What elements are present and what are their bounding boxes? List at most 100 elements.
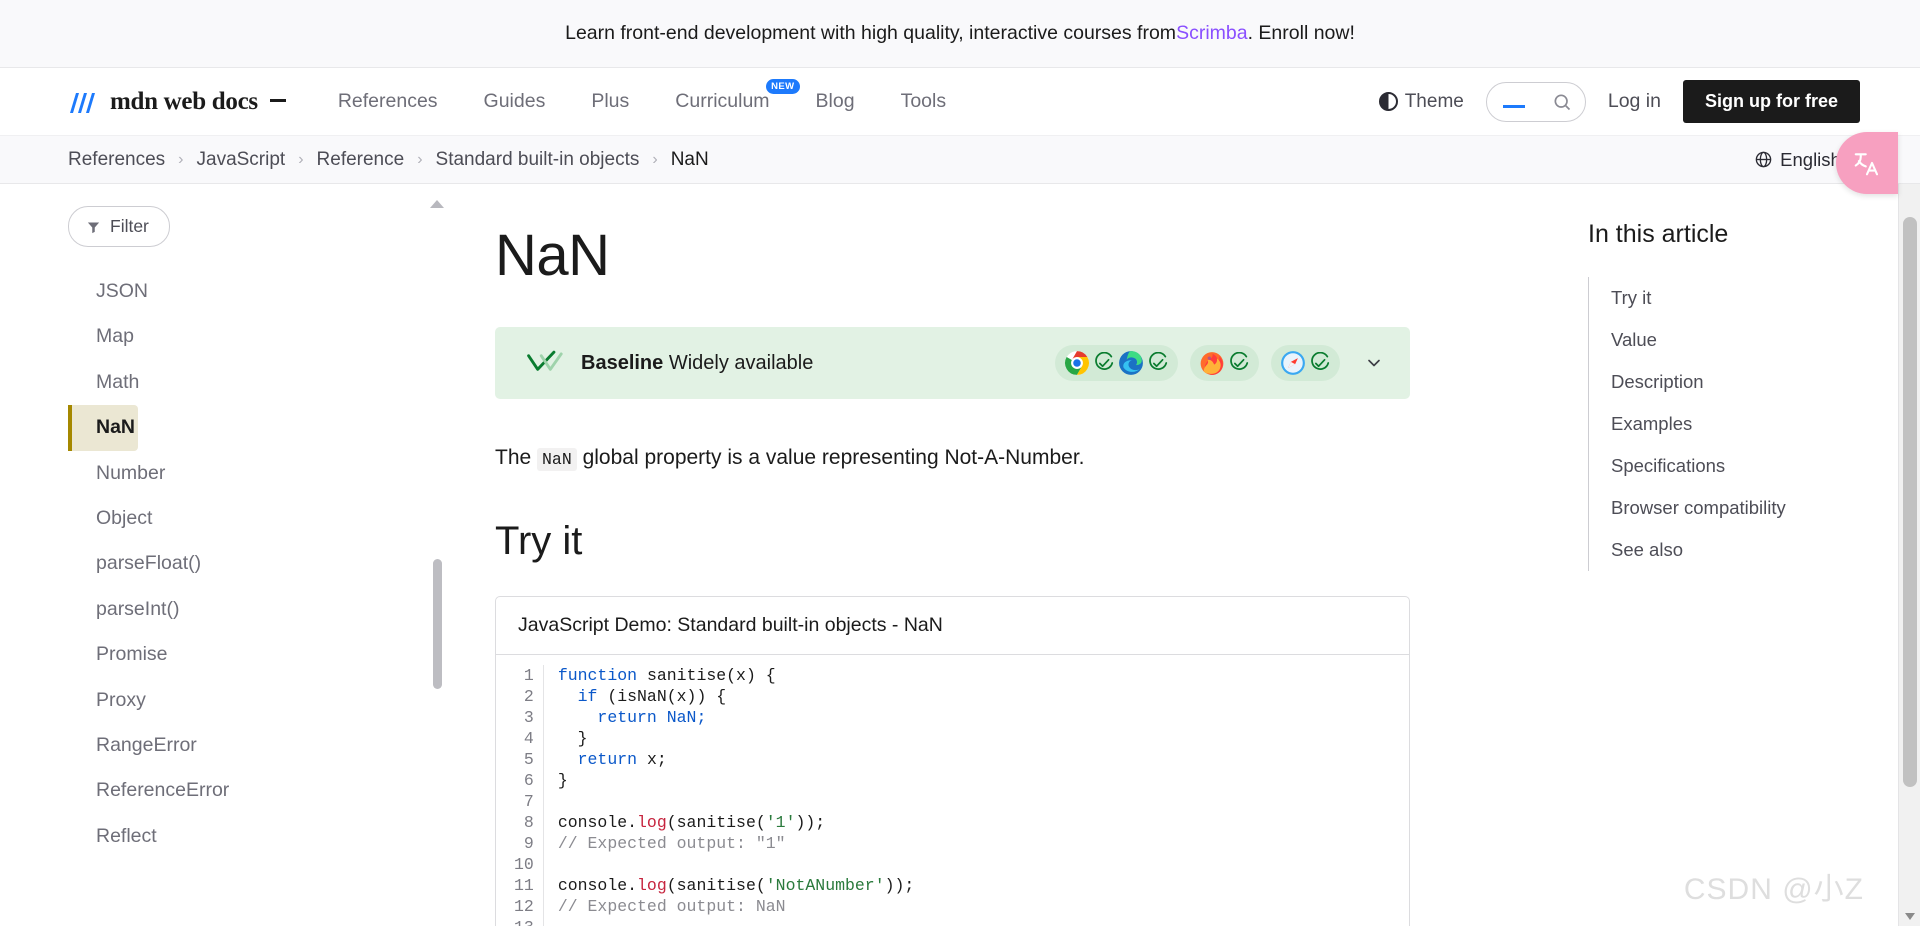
sidebar-item-promise[interactable]: Promise [68, 632, 450, 677]
baseline-label: Baseline [581, 351, 664, 374]
sidebar-item-json[interactable]: JSON [68, 269, 450, 314]
baseline-status: Widely available [668, 351, 814, 374]
breadcrumb-item-references[interactable]: References [68, 149, 165, 171]
page-scrollbar[interactable] [1898, 184, 1920, 926]
new-badge: NEW [766, 79, 800, 94]
sidebar-filter-button[interactable]: Filter [68, 206, 170, 247]
table-of-contents: In this article Try it Value Description… [1540, 184, 1920, 926]
text-cursor-icon [1502, 104, 1525, 108]
nav-item-blog[interactable]: Blog [816, 90, 855, 113]
contrast-icon [1378, 92, 1398, 111]
support-check-icon [1093, 351, 1115, 374]
main-content: NaN Baseline Widely available The NaN gl… [450, 184, 1540, 926]
filter-icon [86, 219, 101, 234]
promo-link-scrimba[interactable]: Scrimba [1176, 22, 1248, 45]
code-demo-body: 1 2 3 4 5 6 7 8 9 10 11 12 13 function s… [496, 655, 1409, 926]
site-header: mdn web docs References Guides Plus Curr… [0, 68, 1920, 136]
search-input[interactable] [1485, 81, 1586, 122]
firefox-icon [1199, 350, 1225, 376]
toc-item-value[interactable]: Value [1589, 319, 1880, 361]
globe-icon [1754, 150, 1773, 169]
breadcrumb-separator-icon: › [652, 150, 658, 168]
chrome-icon [1064, 350, 1090, 376]
nav-label: Curriculum [675, 90, 770, 112]
promo-banner: Learn front-end development with high qu… [0, 0, 1920, 68]
breadcrumb-bar: References › JavaScript › Reference › St… [0, 136, 1920, 184]
watermark: CSDN @小Z [1683, 873, 1864, 906]
nav-item-references[interactable]: References [338, 90, 438, 113]
support-check-icon [1309, 351, 1331, 374]
baseline-banner: Baseline Widely available [495, 327, 1410, 399]
code-content[interactable]: function sanitise(x) { if (isNaN(x)) { r… [544, 665, 915, 926]
sidebar-item-referenceerror[interactable]: ReferenceError [68, 768, 450, 813]
breadcrumb-separator-icon: › [417, 150, 423, 168]
theme-switcher-button[interactable]: Theme [1378, 91, 1464, 113]
sidebar-item-object[interactable]: Object [68, 496, 450, 541]
sidebar-item-number[interactable]: Number [68, 451, 450, 496]
intro-text-before: The [495, 446, 538, 469]
sidebar-collapse-caret-icon[interactable] [430, 200, 444, 208]
nav-label: Guides [483, 90, 546, 112]
sidebar-item-reflect[interactable]: Reflect [68, 814, 450, 859]
nav-item-plus[interactable]: Plus [591, 90, 629, 113]
toc-item-browser-compatibility[interactable]: Browser compatibility [1589, 487, 1880, 529]
toc-item-try-it[interactable]: Try it [1589, 277, 1880, 319]
breadcrumb-item-reference[interactable]: Reference [317, 149, 405, 171]
mdn-logo[interactable]: mdn web docs [68, 88, 286, 116]
code-demo-title: JavaScript Demo: Standard built-in objec… [496, 597, 1409, 655]
sidebar-scrollbar-thumb[interactable] [433, 559, 442, 689]
baseline-browser-support [1055, 345, 1384, 381]
filter-label: Filter [110, 216, 149, 236]
signup-button[interactable]: Sign up for free [1682, 80, 1860, 123]
mdn-logo-text: mdn web docs [110, 87, 258, 115]
breadcrumb-separator-icon: › [298, 150, 304, 168]
code-line-numbers: 1 2 3 4 5 6 7 8 9 10 11 12 13 [496, 664, 544, 926]
nav-item-tools[interactable]: Tools [901, 90, 947, 113]
browser-group-safari [1271, 345, 1340, 381]
search-icon [1552, 92, 1572, 112]
scroll-down-arrow-icon[interactable] [1905, 913, 1915, 920]
sidebar-list: JSON Map Math NaN Number Object parseFlo… [68, 269, 450, 859]
header-actions: Theme Log in Sign up for free [1378, 80, 1860, 123]
primary-nav: References Guides Plus Curriculum NEW Bl… [338, 79, 947, 113]
sidebar-item-parsefloat[interactable]: parseFloat() [68, 541, 450, 586]
sidebar-item-map[interactable]: Map [68, 314, 450, 359]
support-check-icon [1147, 351, 1169, 374]
nav-label: Blog [815, 90, 855, 112]
nav-label: Tools [900, 90, 947, 112]
sidebar-item-proxy[interactable]: Proxy [68, 678, 450, 723]
page-scrollbar-thumb[interactable] [1903, 217, 1917, 787]
sidebar: Filter JSON Map Math NaN Number Object p… [0, 184, 450, 926]
toc-item-specifications[interactable]: Specifications [1589, 445, 1880, 487]
toc-title: In this article [1588, 220, 1729, 248]
login-link[interactable]: Log in [1608, 90, 1661, 113]
sidebar-item-nan[interactable]: NaN [68, 405, 138, 451]
breadcrumb-item-javascript[interactable]: JavaScript [197, 149, 286, 171]
baseline-text: Baseline Widely available [581, 352, 813, 375]
sidebar-item-math[interactable]: Math [68, 360, 450, 405]
nav-label: References [337, 90, 438, 112]
sidebar-item-rangeerror[interactable]: RangeError [68, 723, 450, 768]
inline-code-nan: NaN [537, 448, 577, 471]
translate-widget-button[interactable] [1836, 132, 1898, 194]
nav-label: Plus [591, 90, 630, 112]
breadcrumb-item-current: NaN [670, 148, 709, 170]
baseline-expand-chevron-down-icon[interactable] [1364, 353, 1384, 373]
toc-item-examples[interactable]: Examples [1589, 403, 1880, 445]
sidebar-item-parseint[interactable]: parseInt() [68, 587, 450, 632]
browser-group-firefox [1190, 345, 1259, 381]
toc-item-description[interactable]: Description [1589, 361, 1880, 403]
breadcrumb-item-standard-built-in-objects[interactable]: Standard built-in objects [436, 149, 640, 171]
edge-icon [1118, 350, 1144, 376]
toc-item-see-also[interactable]: See also [1589, 529, 1880, 571]
nav-item-guides[interactable]: Guides [484, 90, 546, 113]
intro-paragraph: The NaN global property is a value repre… [495, 441, 1410, 475]
page-title: NaN [495, 223, 610, 288]
breadcrumb: References › JavaScript › Reference › St… [68, 149, 709, 171]
page-layout: Filter JSON Map Math NaN Number Object p… [0, 184, 1920, 926]
intro-text-after: global property is a value representing … [576, 446, 1085, 469]
browser-group-chromium [1055, 345, 1178, 381]
nav-item-curriculum[interactable]: Curriculum NEW [675, 79, 800, 113]
breadcrumb-separator-icon: › [178, 150, 184, 168]
promo-text-after: . Enroll now! [1247, 22, 1355, 44]
